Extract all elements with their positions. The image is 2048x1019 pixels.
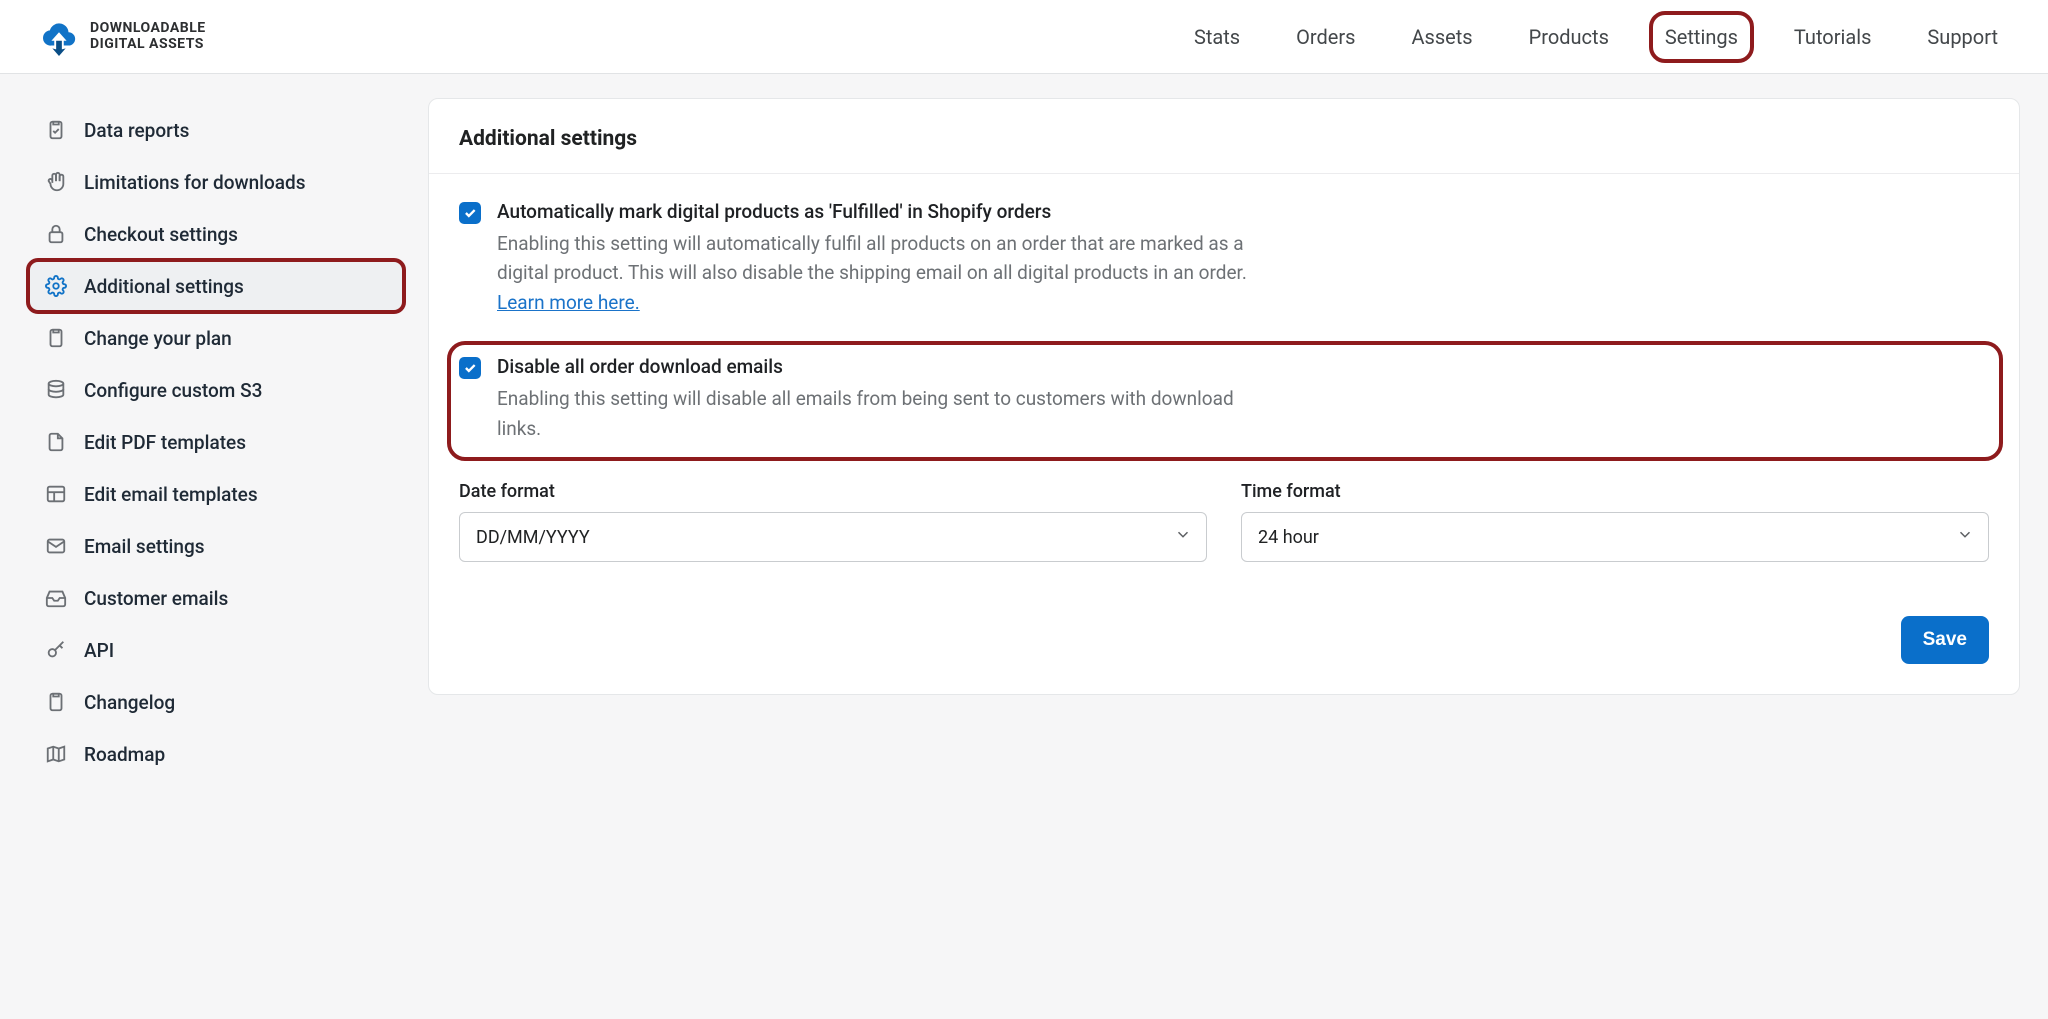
panel-title: Additional settings <box>459 127 1989 151</box>
sidebar-item-label: Additional settings <box>84 275 244 298</box>
sidebar-item-label: Email settings <box>84 535 205 558</box>
settings-sidebar: Data reports Limitations for downloads C… <box>28 98 404 780</box>
clipboard-icon <box>44 690 68 714</box>
sidebar-item-label: Limitations for downloads <box>84 171 306 194</box>
nav-tutorials[interactable]: Tutorials <box>1784 17 1882 57</box>
sidebar-item-label: Customer emails <box>84 587 228 610</box>
database-icon <box>44 378 68 402</box>
topbar: DOWNLOADABLE DIGITAL ASSETS Stats Orders… <box>0 0 2048 74</box>
setting-desc: Enabling this setting will automatically… <box>497 229 1277 317</box>
settings-panel: Additional settings Automatically mark d… <box>428 98 2020 695</box>
file-icon <box>44 430 68 454</box>
sidebar-item-limitations[interactable]: Limitations for downloads <box>28 156 404 208</box>
chevron-down-icon <box>1956 526 1974 549</box>
sidebar-item-pdf[interactable]: Edit PDF templates <box>28 416 404 468</box>
nav-settings[interactable]: Settings <box>1655 17 1748 57</box>
key-icon <box>44 638 68 662</box>
sidebar-item-label: Roadmap <box>84 743 165 766</box>
sidebar-item-api[interactable]: API <box>28 624 404 676</box>
sidebar-item-additional[interactable]: Additional settings <box>28 260 404 312</box>
nav-products[interactable]: Products <box>1519 17 1619 57</box>
sidebar-item-email-templates[interactable]: Edit email templates <box>28 468 404 520</box>
sidebar-item-label: Checkout settings <box>84 223 238 246</box>
learn-more-link[interactable]: Learn more here. <box>497 291 640 314</box>
setting-desc: Enabling this setting will disable all e… <box>497 384 1277 443</box>
checkbox-disable-emails[interactable] <box>459 357 481 379</box>
envelope-icon <box>44 534 68 558</box>
sidebar-item-label: Data reports <box>84 119 189 142</box>
sidebar-item-plan[interactable]: Change your plan <box>28 312 404 364</box>
sidebar-item-label: Edit PDF templates <box>84 431 246 454</box>
brand-text: DOWNLOADABLE DIGITAL ASSETS <box>90 21 206 52</box>
clipboard-check-icon <box>44 118 68 142</box>
sidebar-item-data-reports[interactable]: Data reports <box>28 104 404 156</box>
nav-assets[interactable]: Assets <box>1401 17 1482 57</box>
date-format-select[interactable]: DD/MM/YYYY <box>459 512 1207 562</box>
date-format-label: Date format <box>459 481 1207 502</box>
nav-support[interactable]: Support <box>1917 17 2008 57</box>
layout-icon <box>44 482 68 506</box>
nav-orders[interactable]: Orders <box>1286 17 1365 57</box>
sidebar-item-checkout[interactable]: Checkout settings <box>28 208 404 260</box>
setting-title: Automatically mark digital products as '… <box>497 200 1277 223</box>
setting-disable-emails: Disable all order download emails Enabli… <box>451 345 1999 457</box>
gear-icon <box>44 274 68 298</box>
sidebar-item-email-settings[interactable]: Email settings <box>28 520 404 572</box>
setting-title: Disable all order download emails <box>497 355 1277 378</box>
sidebar-item-s3[interactable]: Configure custom S3 <box>28 364 404 416</box>
time-format-select[interactable]: 24 hour <box>1241 512 1989 562</box>
lock-icon <box>44 222 68 246</box>
sidebar-item-label: Configure custom S3 <box>84 379 262 402</box>
cloud-download-icon <box>40 18 78 56</box>
sidebar-item-roadmap[interactable]: Roadmap <box>28 728 404 780</box>
setting-auto-fulfil: Automatically mark digital products as '… <box>459 200 1989 317</box>
save-button[interactable]: Save <box>1901 616 1989 664</box>
clipboard-icon <box>44 326 68 350</box>
sidebar-item-customer-emails[interactable]: Customer emails <box>28 572 404 624</box>
sidebar-item-changelog[interactable]: Changelog <box>28 676 404 728</box>
chevron-down-icon <box>1174 526 1192 549</box>
sidebar-item-label: Change your plan <box>84 327 232 350</box>
time-format-label: Time format <box>1241 481 1989 502</box>
inbox-icon <box>44 586 68 610</box>
sidebar-item-label: Changelog <box>84 691 175 714</box>
sidebar-item-label: API <box>84 639 114 662</box>
nav-stats[interactable]: Stats <box>1184 17 1250 57</box>
hand-icon <box>44 170 68 194</box>
checkbox-auto-fulfil[interactable] <box>459 202 481 224</box>
top-nav: Stats Orders Assets Products Settings Tu… <box>1184 17 2008 57</box>
sidebar-item-label: Edit email templates <box>84 483 258 506</box>
brand-logo: DOWNLOADABLE DIGITAL ASSETS <box>40 18 206 56</box>
map-icon <box>44 742 68 766</box>
